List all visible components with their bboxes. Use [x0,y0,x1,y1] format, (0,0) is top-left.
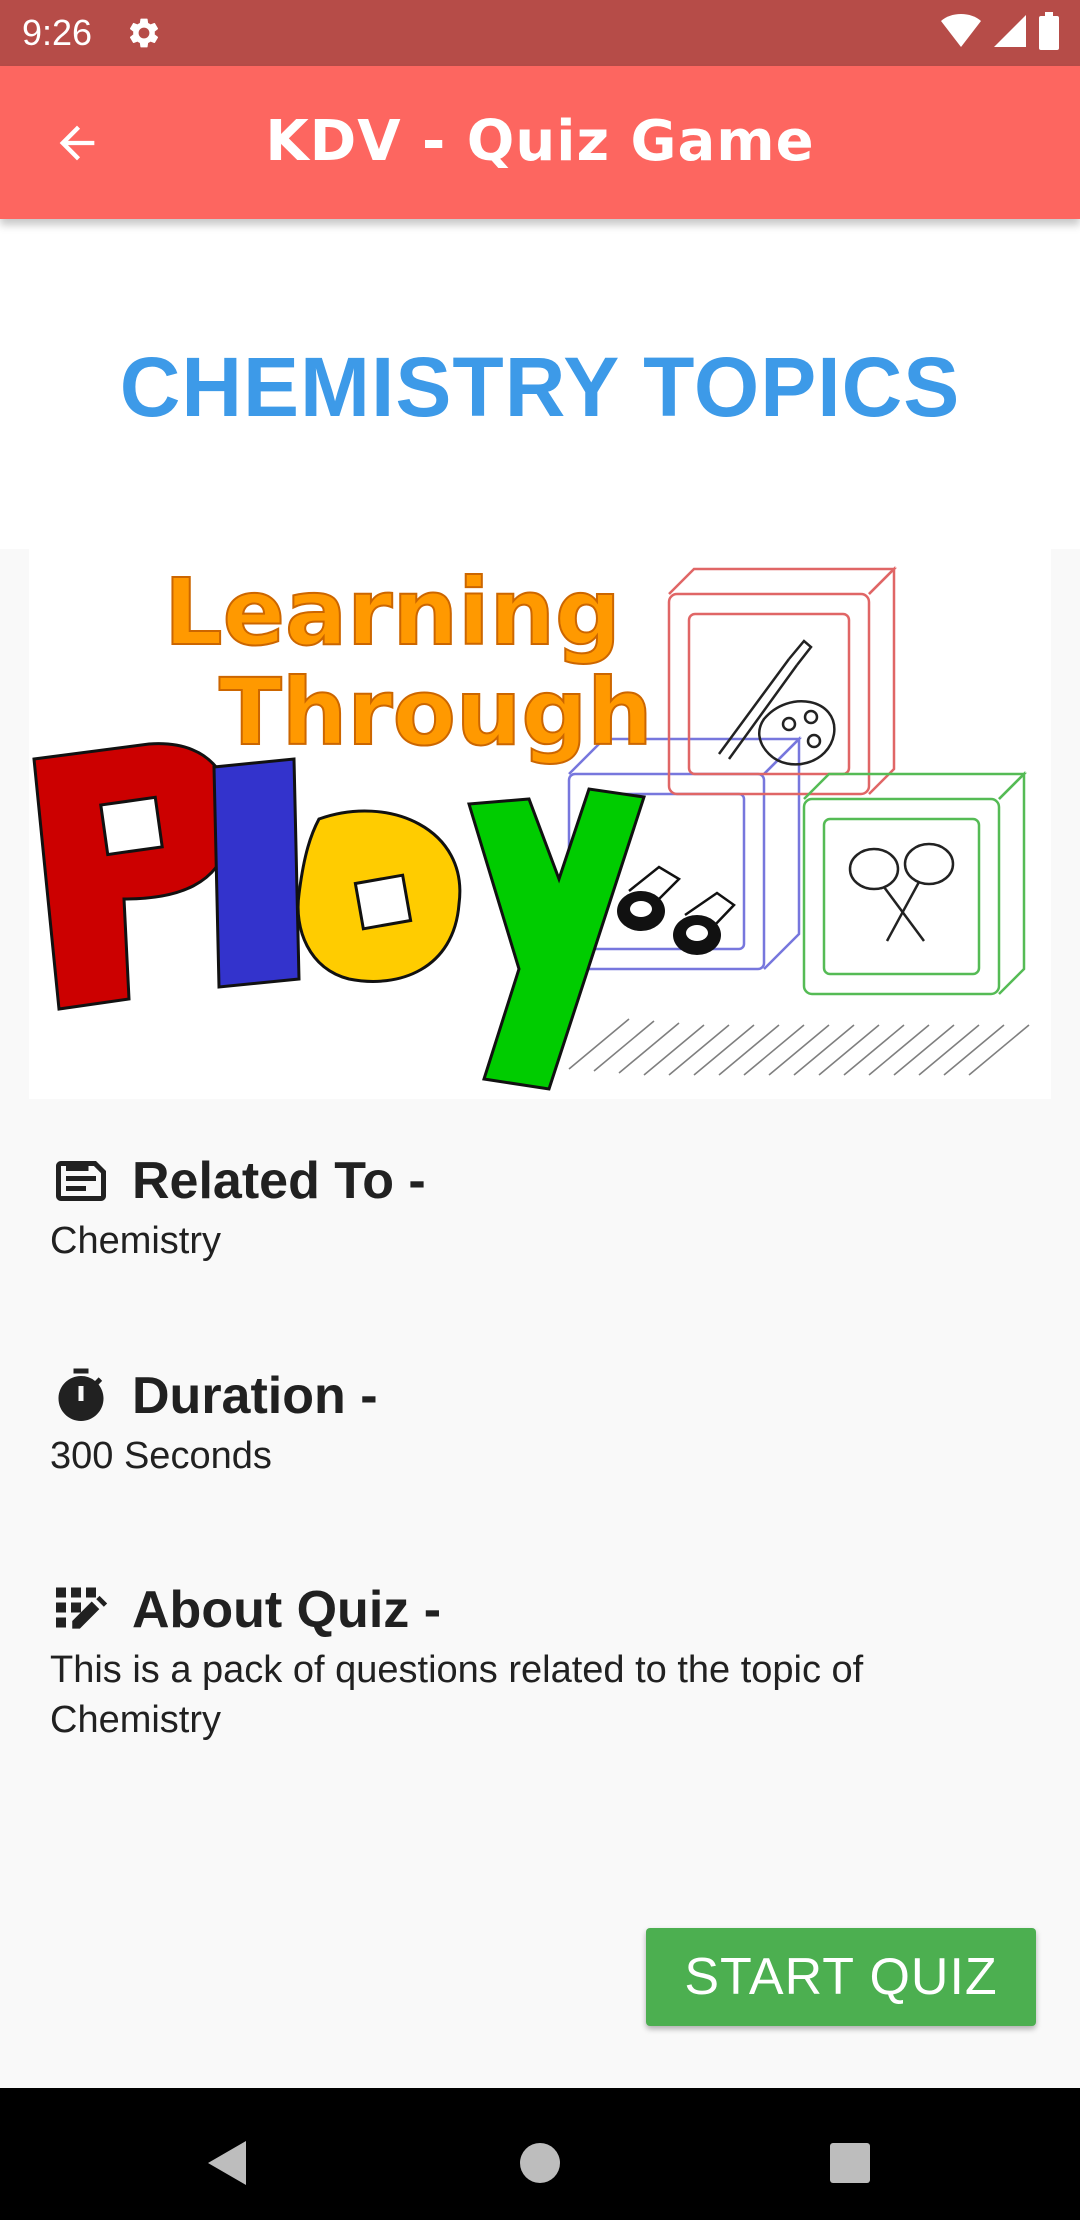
status-bar: 9:26 [0,0,1080,66]
home-circle-icon [520,2143,560,2183]
related-header: Related To - [50,1148,1040,1214]
page-title: CHEMISTRY TOPICS [119,340,961,434]
duration-value: 300 Seconds [50,1435,272,1477]
related-section: Related To - Chemistry [50,1148,1040,1266]
duration-header: Duration - [50,1363,1040,1429]
system-navigation-bar [0,2088,1080,2220]
nav-home-button[interactable] [495,2118,585,2208]
related-value: Chemistry [50,1220,222,1262]
app-title: KDV - Quiz Game [265,109,815,174]
about-value: This is a pack of questions related to t… [50,1649,864,1741]
about-header: About Quiz - [50,1577,1040,1643]
about-heading: About Quiz - [132,1581,442,1639]
status-time: 9:26 [22,12,93,53]
related-heading: Related To - [132,1152,426,1210]
quiz-grid-icon [50,1579,112,1641]
subject-icon [50,1150,112,1212]
page-title-area: CHEMISTRY TOPICS [0,219,1080,549]
back-triangle-icon [208,2141,246,2185]
duration-section: Duration - 300 Seconds [50,1363,1040,1481]
learning-through-play-illustration: Learning Through [29,549,1051,1099]
app-bar: KDV - Quiz Game [0,66,1080,219]
duration-heading: Duration - [132,1367,378,1425]
cell-signal-icon [992,13,1028,54]
banner-line-through: Through [219,659,653,766]
timer-icon [50,1365,112,1427]
gear-icon [126,15,162,51]
wifi-icon [940,13,982,54]
banner-line-learning: Learning [164,559,621,666]
status-icons [940,11,1060,55]
battery-icon [1038,11,1060,55]
quiz-banner-image: Learning Through [29,549,1051,1099]
start-quiz-button[interactable]: START QUIZ [646,1928,1036,2026]
nav-back-button[interactable] [182,2118,272,2208]
about-section: About Quiz - This is a pack of questions… [50,1577,1040,1745]
nav-recents-button[interactable] [805,2118,895,2208]
recents-square-icon [830,2143,870,2183]
quiz-detail-screen: 9:26 KDV - Quiz Game CHEMISTRY TOPICS Le… [0,0,1080,2220]
